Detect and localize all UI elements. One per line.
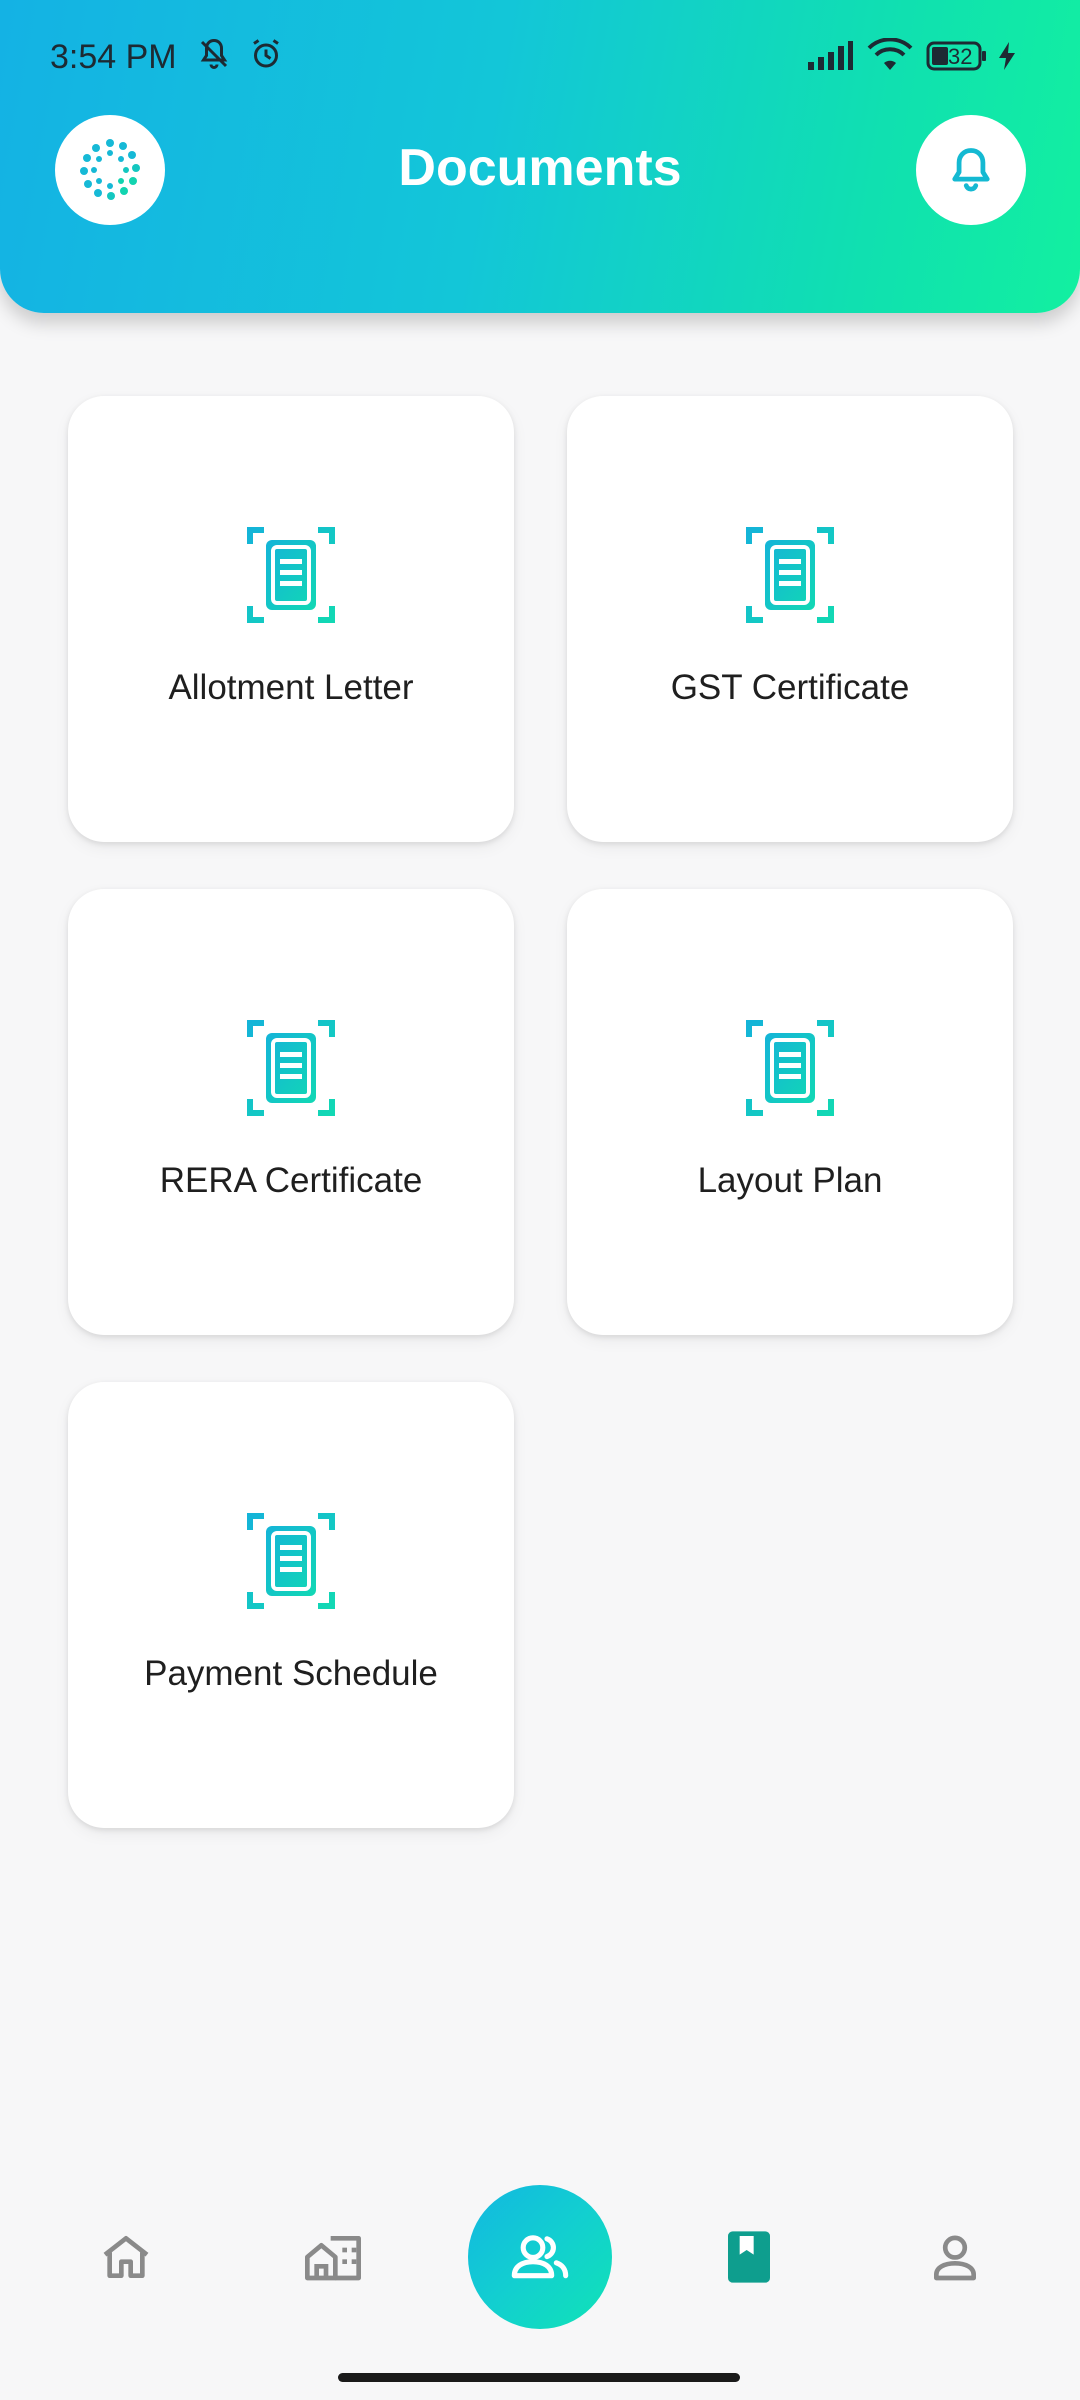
nav-documents[interactable] [714,2222,784,2292]
document-card-label: GST Certificate [670,668,910,707]
document-card-label: Allotment Letter [168,668,414,707]
nav-home[interactable] [91,2222,161,2292]
document-card-allotment-letter[interactable]: Allotment Letter [68,396,514,842]
document-card-label: Layout Plan [697,1161,883,1200]
document-card-gst-certificate[interactable]: GST Certificate [567,396,1013,842]
document-card-payment-schedule[interactable]: Payment Schedule [68,1382,514,1828]
bell-icon [952,148,990,192]
document-scan-icon [247,1020,335,1116]
notifications-button[interactable] [916,115,1026,225]
document-card-layout-plan[interactable]: Layout Plan [567,889,1013,1335]
signal-icon [806,40,854,81]
charging-icon [996,40,1018,81]
book-icon [728,2231,770,2283]
nav-users-active[interactable] [468,2185,612,2329]
document-scan-icon [247,527,335,623]
muted-bell-icon [196,36,232,81]
users-icon [511,2235,569,2279]
document-card-label: Payment Schedule [144,1654,438,1693]
nav-profile[interactable] [920,2222,990,2292]
home-indicator[interactable] [338,2373,740,2382]
battery-level: 32 [948,44,973,69]
document-scan-icon [247,1513,335,1609]
nav-properties[interactable] [298,2222,368,2292]
home-icon [103,2236,149,2278]
buildings-icon [305,2236,361,2281]
status-time: 3:54 PM [50,38,177,76]
status-bar: 3:54 PM 32 [0,0,1080,110]
wifi-icon [866,37,914,83]
document-card-label: RERA Certificate [159,1161,423,1200]
profile-icon [934,2235,976,2281]
document-scan-icon [746,527,834,623]
document-card-rera-certificate[interactable]: RERA Certificate [68,889,514,1335]
alarm-icon [248,36,284,81]
document-scan-icon [746,1020,834,1116]
